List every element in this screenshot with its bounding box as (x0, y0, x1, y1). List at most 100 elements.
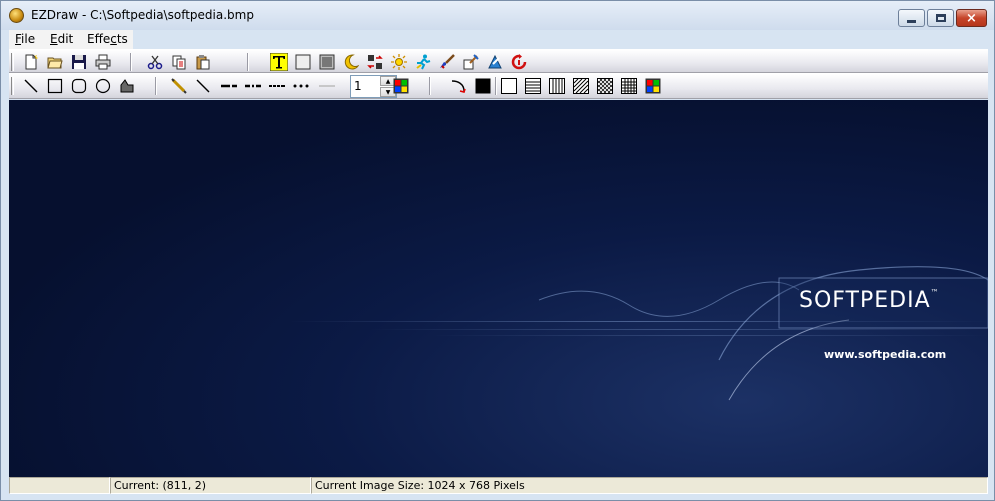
toolbar-separator (155, 77, 157, 95)
rounded-rectangle-tool-button[interactable] (69, 76, 89, 96)
maximize-button[interactable] (927, 9, 954, 27)
diagonal-line-button[interactable] (193, 76, 213, 96)
dash-style-2-icon (245, 84, 261, 88)
pattern-vertical-icon (549, 78, 565, 94)
status-panel-empty (9, 477, 110, 494)
toolbar-separator (130, 53, 132, 71)
curve-tool-button[interactable] (449, 76, 469, 96)
pattern-grid-icon (621, 78, 637, 94)
save-button[interactable] (69, 52, 89, 72)
pattern-palette-icon (645, 78, 661, 94)
ellipse-tool-icon (95, 78, 111, 94)
paste-button[interactable] (193, 52, 213, 72)
new-file-button[interactable] (21, 52, 41, 72)
rectangle-select-icon (295, 54, 311, 70)
line-width-stepper[interactable]: 1 ▲ ▼ (350, 75, 397, 98)
ellipse-tool-button[interactable] (93, 76, 113, 96)
close-button[interactable]: × (956, 9, 987, 27)
runner-button[interactable] (413, 52, 433, 72)
text-tool-button[interactable] (269, 52, 289, 72)
cut-button[interactable] (145, 52, 165, 72)
app-window: EZDraw - C:\Softpedia\softpedia.bmp × Fi… (0, 0, 995, 501)
pattern-horizontal-button[interactable] (523, 76, 543, 96)
maximize-icon (935, 14, 946, 22)
line-width-value[interactable]: 1 (354, 79, 362, 93)
drawing-canvas[interactable]: SOFTPEDIA™ www.softpedia.com (9, 100, 988, 477)
save-icon (72, 55, 86, 69)
toolbar-gripper[interactable] (11, 53, 14, 71)
diagonal-line-icon (196, 79, 210, 93)
toolbar-gripper[interactable] (11, 77, 14, 95)
softpedia-url: www.softpedia.com (824, 348, 947, 361)
pattern-cross-diagonal-button[interactable] (595, 76, 615, 96)
pattern-grid-button[interactable] (619, 76, 639, 96)
rotate-icon (511, 54, 527, 70)
status-bar: Current: (811, 2) Current Image Size: 10… (9, 477, 988, 494)
flip-icon (367, 55, 383, 69)
menu-edit[interactable]: Edit (50, 32, 73, 46)
pencil-tool-button[interactable] (169, 76, 189, 96)
rectangle-tool-button[interactable] (45, 76, 65, 96)
brush-icon (440, 54, 455, 69)
open-file-button[interactable] (45, 52, 65, 72)
status-cursor-position: Current: (811, 2) (110, 477, 311, 494)
app-icon[interactable] (9, 8, 24, 23)
line-tool-button[interactable] (21, 76, 41, 96)
text-tool-icon (270, 53, 288, 71)
transform-button[interactable] (485, 52, 505, 72)
chevron-up-icon: ▲ (385, 77, 391, 85)
chevron-down-icon: ▼ (385, 88, 391, 96)
flip-button[interactable] (365, 52, 385, 72)
logo-swirl-graphic (538, 266, 988, 401)
rotate-button[interactable] (509, 52, 529, 72)
rounded-rectangle-icon (71, 78, 87, 94)
new-file-icon (25, 54, 38, 70)
polygon-tool-icon (120, 79, 134, 93)
pattern-palette-button[interactable] (643, 76, 663, 96)
standard-toolbar (9, 49, 988, 73)
menu-bar: File Edit Effects (9, 30, 133, 49)
copy-button[interactable] (169, 52, 189, 72)
window-title: EZDraw - C:\Softpedia\softpedia.bmp (31, 8, 254, 22)
polygon-tool-button[interactable] (117, 76, 137, 96)
pencil-icon (171, 78, 187, 94)
toolbar-separator (429, 77, 431, 95)
toolbar-separator (495, 77, 497, 95)
brightness-button[interactable] (389, 52, 409, 72)
dash-style-3-button[interactable] (267, 76, 287, 96)
open-file-icon (47, 57, 63, 69)
fill-rectangle-button[interactable] (317, 52, 337, 72)
fill-color-icon (475, 78, 491, 94)
menu-effects[interactable]: Effects (87, 32, 128, 46)
pattern-empty-button[interactable] (499, 76, 519, 96)
select-rectangle-button[interactable] (293, 52, 313, 72)
fill-color-button[interactable] (473, 76, 493, 96)
minimize-button[interactable] (898, 9, 925, 27)
menu-file[interactable]: File (15, 32, 35, 46)
dot-style-button[interactable] (291, 76, 311, 96)
dash-style-1-button[interactable] (219, 76, 239, 96)
pattern-cross-diagonal-icon (597, 78, 613, 94)
solid-line-button[interactable] (317, 76, 337, 96)
line-tool-icon (24, 79, 38, 93)
picker-button[interactable] (461, 52, 481, 72)
title-bar[interactable]: EZDraw - C:\Softpedia\softpedia.bmp × (1, 1, 994, 30)
pattern-empty-icon (501, 78, 517, 94)
fill-rectangle-icon (319, 54, 335, 70)
solid-line-icon (319, 85, 335, 87)
runner-icon (416, 54, 431, 70)
line-color-palette-button[interactable] (391, 76, 411, 96)
pattern-diagonal-icon (573, 78, 589, 94)
pattern-vertical-button[interactable] (547, 76, 567, 96)
brush-button[interactable] (437, 52, 457, 72)
dash-style-3-icon (269, 85, 285, 87)
pattern-diagonal-button[interactable] (571, 76, 591, 96)
print-button[interactable] (93, 52, 113, 72)
copy-icon (172, 55, 186, 70)
dash-style-2-button[interactable] (243, 76, 263, 96)
cut-icon (147, 55, 163, 70)
crescent-button[interactable] (341, 52, 361, 72)
transform-icon (488, 54, 502, 69)
rectangle-tool-icon (47, 78, 63, 94)
pattern-horizontal-icon (525, 78, 541, 94)
